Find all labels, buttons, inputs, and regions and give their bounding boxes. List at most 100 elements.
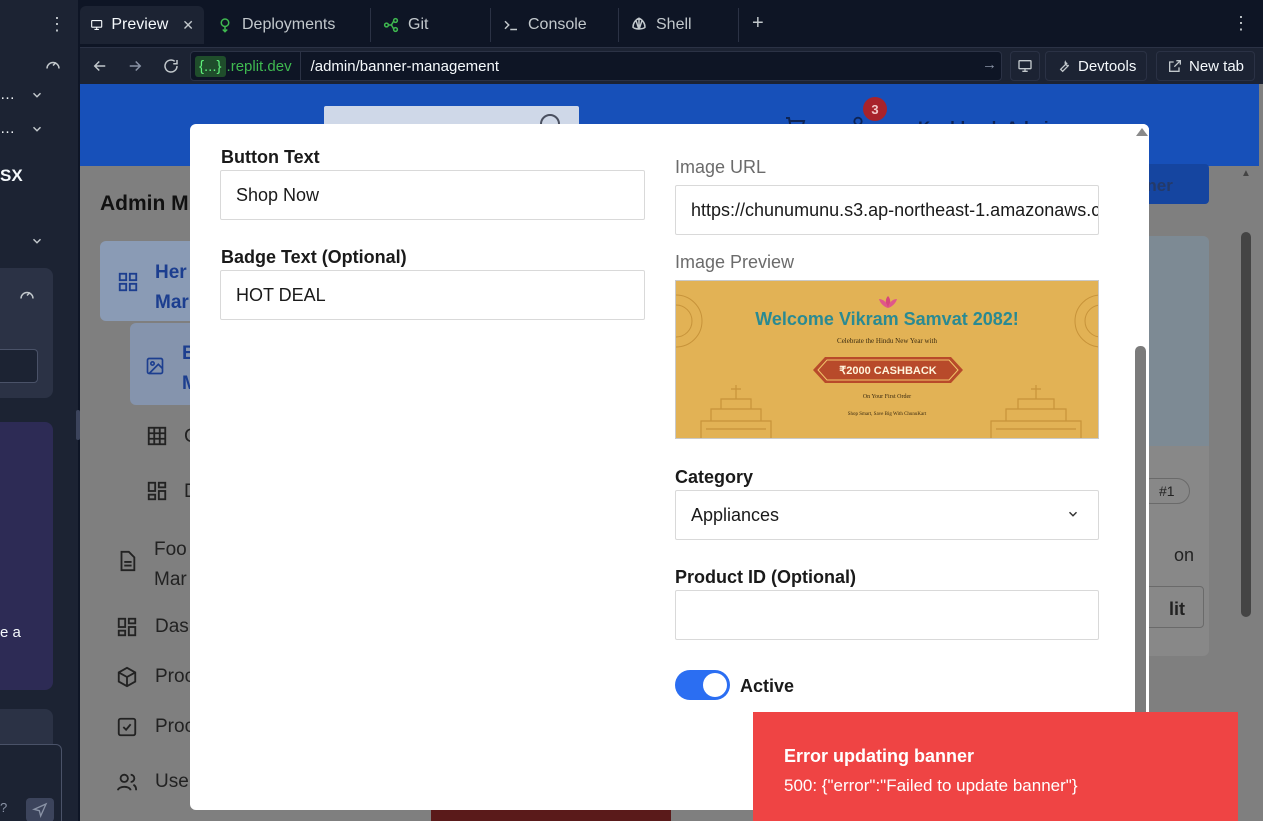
chevron-down-icon[interactable]	[30, 122, 44, 136]
badge-text-input[interactable]: HOT DEAL	[220, 270, 645, 320]
left-panel-q: ?	[0, 800, 8, 815]
forward-button[interactable]	[122, 53, 148, 79]
checkbox-icon	[117, 717, 137, 737]
device-toggle-button[interactable]	[1010, 51, 1040, 81]
shell-icon	[632, 17, 646, 30]
box-icon	[117, 666, 137, 688]
close-icon[interactable]: ✕	[182, 17, 194, 34]
grid-icon	[118, 272, 138, 292]
image-url-label: Image URL	[675, 157, 767, 177]
toast-title: Error updating banner	[784, 746, 975, 766]
button-text-label: Button Text	[221, 147, 320, 167]
url-path: /admin/banner-management	[310, 57, 500, 75]
wrench-icon	[1059, 60, 1070, 73]
sidebar-item-users[interactable]: Use	[155, 771, 189, 793]
tab-preview[interactable]: Preview ✕	[80, 6, 204, 44]
back-button[interactable]	[87, 53, 113, 79]
left-panel-ea: e a	[0, 624, 21, 641]
left-panel-input[interactable]	[0, 349, 38, 383]
banner-title: Welcome Vikram Samvat 2082!	[755, 309, 1019, 329]
tab-label: Shell	[656, 16, 692, 33]
tab-deployments[interactable]: Deployments	[206, 6, 345, 44]
active-toggle-label: Active	[740, 676, 795, 696]
tab-label: Preview	[111, 16, 169, 33]
table-icon	[147, 426, 167, 446]
category-selected-value: Appliances	[691, 504, 780, 525]
monitor-icon	[91, 19, 103, 31]
sidebar-item-footer-management[interactable]: Foo Mar	[154, 535, 187, 595]
sidebar-item-dashboard[interactable]: Das	[155, 616, 189, 638]
monitor-icon	[1018, 60, 1032, 72]
edit-banner-modal: Button Text Shop Now Badge Text (Optiona…	[190, 124, 1149, 810]
speed-gauge-icon[interactable]	[44, 55, 62, 73]
image-url-input[interactable]: https://chunumunu.s3.ap-northeast-1.amaz…	[675, 185, 1099, 235]
preview-url-bar: {...} .replit.dev /admin/banner-manageme…	[80, 48, 1263, 84]
image-preview-label: Image Preview	[675, 252, 795, 272]
banner-tagline: Shop Smart, Save Big With ChunuKart	[847, 412, 927, 417]
tab-label: Deployments	[242, 16, 336, 33]
url-host: {...} .replit.dev	[191, 52, 301, 80]
page-scrollbar[interactable]	[1241, 232, 1251, 617]
lotus-icon	[879, 296, 897, 308]
tab-shell[interactable]: Shell	[620, 6, 702, 44]
more-vertical-icon[interactable]: ⋮	[1232, 13, 1250, 34]
new-tab-label: New tab	[1189, 57, 1245, 75]
temple-left-illustration	[700, 385, 772, 438]
toast-message: 500: {"error":"Failed to update banner"}	[784, 776, 1078, 795]
left-panel-sx: SX	[0, 166, 23, 185]
chevron-down-icon[interactable]	[30, 88, 44, 102]
sidebar-item-products-2[interactable]: Proc	[155, 716, 194, 738]
chevron-down-icon	[1068, 511, 1078, 517]
dashboard-icon	[147, 481, 167, 501]
tab-console[interactable]: Console	[492, 6, 597, 44]
product-id-input[interactable]	[675, 590, 1099, 640]
reload-icon	[164, 59, 178, 73]
image-icon	[146, 357, 164, 375]
tab-label: Git	[408, 16, 429, 33]
modal-scrollbar[interactable]	[1133, 124, 1149, 810]
users-icon	[116, 773, 138, 791]
url-go-arrow-icon[interactable]: →	[982, 56, 997, 73]
category-label: Category	[675, 467, 754, 487]
replit-left-panel: ⋮ … … SX e a ?	[0, 0, 78, 821]
more-vertical-icon[interactable]: ⋮	[48, 14, 66, 35]
sidebar-item-hero-management[interactable]: Her Mar	[155, 258, 189, 318]
temple-right-illustration	[990, 385, 1082, 438]
url-host-braces: {...}	[195, 55, 226, 77]
banner-subtitle: Celebrate the Hindu New Year with	[837, 337, 937, 345]
error-toast: Error updating banner 500: {"error":"Fai…	[753, 712, 1238, 821]
send-button[interactable]	[26, 798, 54, 821]
new-tab-button[interactable]: +	[752, 12, 764, 35]
arrow-left-icon	[93, 60, 106, 72]
url-input[interactable]: {...} .replit.dev /admin/banner-manageme…	[190, 51, 1002, 81]
banner-image-preview: Welcome Vikram Samvat 2082! Celebrate th…	[675, 280, 1099, 439]
tab-git[interactable]: Git	[372, 6, 438, 44]
category-select[interactable]: Appliances	[675, 490, 1099, 540]
active-toggle[interactable]	[675, 670, 730, 700]
dashboard-icon	[117, 617, 137, 637]
deployments-icon	[220, 18, 230, 33]
left-panel-dots-1: …	[0, 86, 15, 103]
badge-text-label: Badge Text (Optional)	[221, 247, 407, 267]
banner-card-edit-button[interactable]: lit	[1144, 586, 1204, 628]
left-panel-dots-2: …	[0, 120, 15, 137]
banner-order-text: On Your First Order	[862, 394, 912, 400]
terminal-icon	[504, 20, 517, 31]
devtools-label: Devtools	[1078, 57, 1137, 75]
url-host-domain: .replit.dev	[226, 57, 292, 75]
page-scroll-up-icon[interactable]: ▲	[1241, 168, 1253, 179]
sidebar-item-products[interactable]: Proc	[155, 666, 194, 688]
button-text-input[interactable]: Shop Now	[220, 170, 645, 220]
tab-label: Console	[528, 16, 587, 33]
scroll-up-arrow-icon[interactable]	[1136, 128, 1148, 136]
banner-cashback-text: ₹2000 CASHBACK	[839, 364, 937, 377]
devtools-button[interactable]: Devtools	[1045, 51, 1148, 81]
external-link-icon	[1169, 60, 1181, 72]
arrow-right-icon	[129, 60, 142, 72]
open-new-tab-button[interactable]: New tab	[1156, 51, 1256, 81]
send-icon	[32, 802, 48, 818]
reload-button[interactable]	[158, 53, 184, 79]
chevron-down-icon[interactable]	[30, 234, 44, 248]
admin-menu-title: Admin M	[100, 192, 189, 215]
speed-gauge-icon[interactable]	[18, 285, 36, 303]
